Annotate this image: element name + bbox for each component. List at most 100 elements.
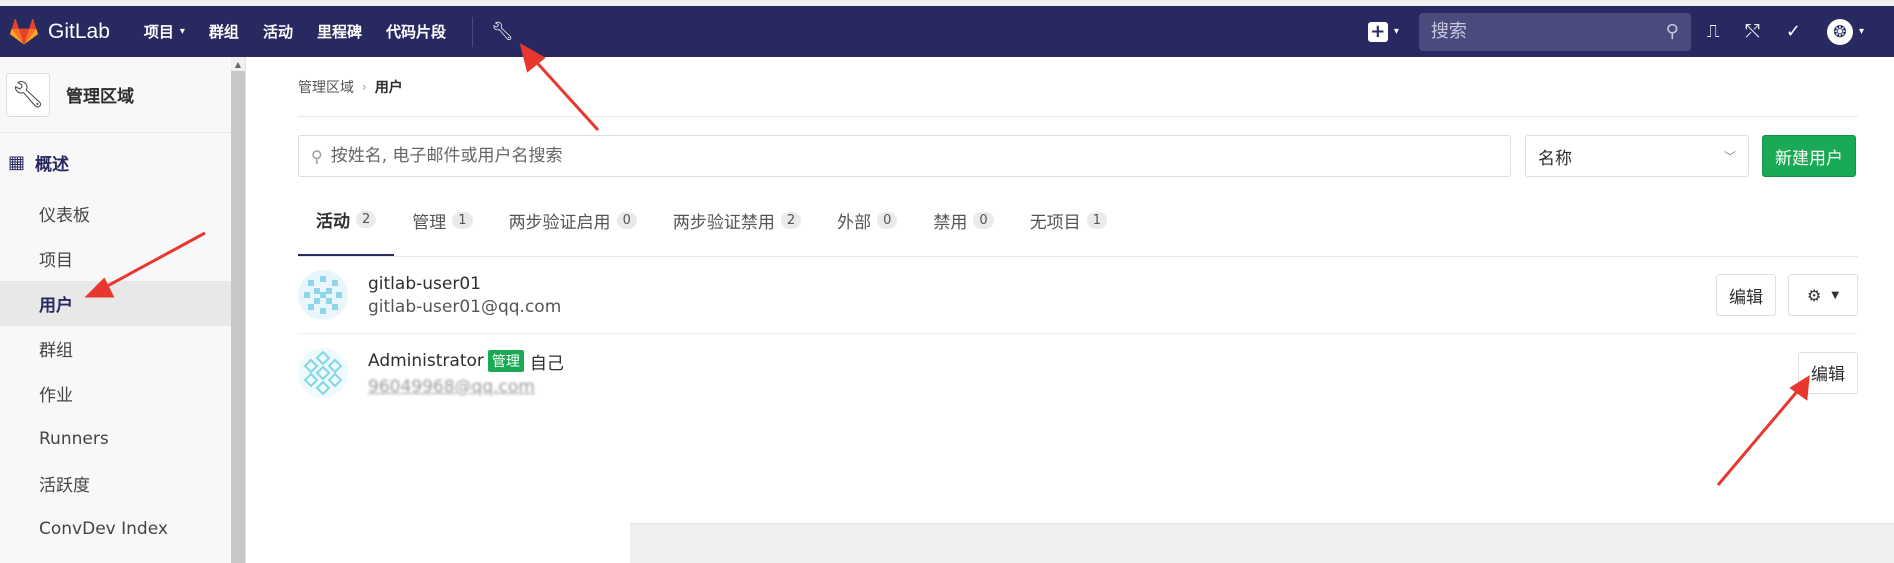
row-actions: 编辑 [1798,351,1858,394]
sidebar-item-activity[interactable]: 活跃度 [0,461,245,506]
user-avatar-icon[interactable]: ❂ [1826,18,1853,45]
nav-divider [471,16,473,47]
sidebar-item-label: 作业 [39,386,73,406]
gitlab-logo-link[interactable]: GitLab [10,18,110,46]
nav-item-label: 里程碑 [316,23,362,41]
user-search-input[interactable] [330,146,1498,166]
chevron-down-icon: ▾ [1393,26,1399,37]
identicon-icon [298,347,348,398]
avatar[interactable] [298,347,348,398]
tab-label: 两步验证禁用 [672,213,775,233]
sidebar: 🔧︎ 管理区域 ▦ 概述 仪表板 项目 用户 群组 作业 Runners 活跃度… [0,57,246,563]
wrench-icon[interactable]: 🔧︎ [491,21,514,42]
tab-count-badge: 0 [616,212,637,229]
merge-request-icon[interactable]: ⤲ [1745,21,1759,42]
sort-dropdown[interactable]: 名称 ﹀ [1525,135,1749,177]
nav-right: + ▾ ⚲ ⎍ ⤲ ✓ ❂ ▾ [1367,6,1894,57]
sidebar-scrollbar[interactable]: ▲ [231,57,245,563]
bottom-gray-bar [630,523,1894,563]
sidebar-item-label: ConvDev Index [39,518,168,539]
sidebar-item-groups[interactable]: 群组 [0,326,245,371]
sidebar-item-label: 活跃度 [39,476,90,496]
user-name-link[interactable]: gitlab-user01 [368,274,481,294]
tab-count-badge: 0 [973,212,994,229]
nav-item-label: 代码片段 [385,23,446,41]
sidebar-section-overview[interactable]: ▦ 概述 [0,133,245,191]
nav-item-label: 群组 [208,23,239,41]
tab-label: 外部 [837,213,872,233]
nav-item-label: 项目 [143,23,174,41]
issues-icon[interactable]: ⎍ [1707,21,1720,42]
sidebar-title: 管理区域 [66,87,134,107]
filter-row: ⚲ 名称 ﹀ 新建用户 [298,135,1858,177]
sidebar-item-jobs[interactable]: 作业 [0,371,245,416]
tab-label: 两步验证启用 [508,213,611,233]
tab-blocked[interactable]: 禁用 0 [915,185,1011,256]
sidebar-item-projects[interactable]: 项目 [0,236,245,281]
tab-label: 无项目 [1029,213,1081,233]
grid-icon: ▦ [8,151,26,173]
nav-item-groups[interactable]: 群组 [209,21,239,42]
nav-menu: 项目 ▾ 群组 活动 里程碑 代码片段 🔧︎ [144,16,514,47]
user-row: Administrator 管理 自己 96049968@qq.com 编辑 [298,334,1858,411]
nav-item-snippets[interactable]: 代码片段 [386,21,446,42]
user-info: Administrator 管理 自己 96049968@qq.com [368,349,564,397]
tab-2fa-enabled[interactable]: 两步验证启用 0 [491,185,655,256]
main-content: 管理区域 › 用户 ⚲ 名称 ﹀ 新建用户 活动 2 管理 1 两步验证启用 0… [298,57,1858,411]
tab-label: 管理 [412,213,447,233]
avatar[interactable] [298,270,348,320]
tab-count-badge: 1 [452,212,473,229]
user-info: gitlab-user01 gitlab-user01@qq.com [368,274,561,317]
user-email[interactable]: gitlab-user01@qq.com [368,297,561,317]
chevron-right-icon: › [362,79,367,94]
identicon-icon [298,270,348,320]
top-navbar: GitLab 项目 ▾ 群组 活动 里程碑 代码片段 🔧︎ + ▾ ⚲ ⎍ ⤲ [0,6,1894,57]
sidebar-item-users[interactable]: 用户 [0,281,245,326]
chevron-down-icon: ▾ [179,26,185,37]
admin-badge: 管理 [487,350,524,372]
sidebar-header[interactable]: 🔧︎ 管理区域 [0,57,245,133]
user-row: gitlab-user01 gitlab-user01@qq.com 编辑 ⚙ … [298,257,1858,334]
self-label: 自己 [529,353,564,374]
breadcrumb: 管理区域 › 用户 [298,57,1858,117]
scroll-up-icon[interactable]: ▲ [231,57,245,71]
user-name-link[interactable]: Administrator [368,351,484,371]
chevron-down-icon: ▼ [1831,289,1840,301]
edit-button[interactable]: 编辑 [1716,274,1776,316]
user-settings-dropdown[interactable]: ⚙ ▼ [1788,274,1858,316]
sidebar-item-convdev-index[interactable]: ConvDev Index [0,506,245,551]
new-user-button[interactable]: 新建用户 [1762,135,1856,177]
nav-item-projects[interactable]: 项目 ▾ [144,21,185,42]
search-input[interactable] [1430,21,1666,42]
app-name: GitLab [48,19,110,43]
sidebar-item-label: 项目 [39,251,73,271]
tab-label: 活动 [316,212,350,232]
tab-count-badge: 0 [877,212,898,229]
tab-active[interactable]: 活动 2 [298,185,395,256]
nav-item-label: 活动 [262,23,293,41]
nav-item-activity[interactable]: 活动 [263,21,293,42]
edit-button[interactable]: 编辑 [1798,351,1858,394]
tab-count-badge: 2 [780,212,802,229]
gear-icon: ⚙ [1806,285,1822,305]
tab-admins[interactable]: 管理 1 [394,185,490,256]
sidebar-item-label: 仪表板 [39,206,90,226]
breadcrumb-admin-link[interactable]: 管理区域 [298,77,354,97]
user-email[interactable]: 96049968@qq.com [368,377,564,397]
tab-without-projects[interactable]: 无项目 1 [1012,185,1125,256]
tab-2fa-disabled[interactable]: 两步验证禁用 2 [655,185,819,256]
sort-selected-value: 名称 [1538,148,1572,169]
chevron-down-icon: ﹀ [1723,149,1736,164]
nav-item-milestones[interactable]: 里程碑 [317,21,362,42]
todos-icon[interactable]: ✓ [1786,21,1801,42]
search-box: ⚲ [1418,12,1691,51]
sidebar-section-label: 概述 [35,154,70,175]
tab-label: 禁用 [933,213,968,233]
user-name-line: Administrator 管理 自己 [368,349,564,374]
tab-external[interactable]: 外部 0 [819,185,915,256]
sidebar-item-dashboard[interactable]: 仪表板 [0,191,245,236]
sidebar-item-runners[interactable]: Runners [0,416,245,461]
new-dropdown-button[interactable]: + ▾ [1367,21,1399,42]
row-actions: 编辑 ⚙ ▼ [1716,274,1858,316]
sidebar-item-label: 群组 [39,341,73,361]
